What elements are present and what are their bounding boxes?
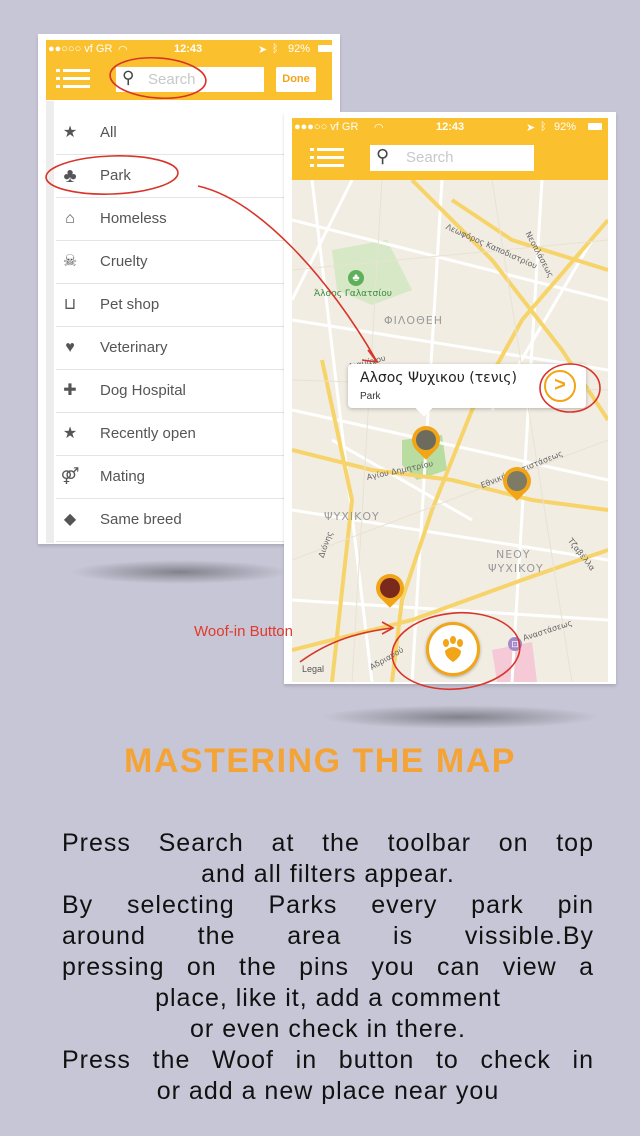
- filter-item-cruelty[interactable]: ☠ Cruelty: [56, 240, 288, 284]
- filter-item-mating[interactable]: ⚤ Mating: [56, 455, 288, 499]
- hamburger-icon[interactable]: [310, 148, 344, 168]
- description-line: or add a new place near you: [156, 1077, 500, 1105]
- description-line: and all filters appear.: [201, 860, 455, 888]
- status-bar: ●●○○○ vf GR ◠ 12:43 ➤ ᛒ 92%: [46, 40, 332, 58]
- map-label: ΝΕΟΥ: [496, 548, 531, 561]
- battery-icon: [588, 123, 602, 130]
- phone-shadow: [70, 560, 290, 584]
- dog-icon: ◆: [63, 511, 77, 528]
- location-icon: ➤: [526, 122, 536, 134]
- done-button[interactable]: Done: [276, 67, 316, 92]
- callout-title: Αλσος Ψυχικου (τενις): [360, 370, 517, 386]
- pin-photo: [416, 430, 436, 450]
- filter-item-park[interactable]: ♣ Park: [56, 154, 288, 198]
- description-line: By selecting Parks every park pin: [62, 891, 594, 919]
- description-line: pressing on the pins you can view a: [62, 953, 594, 981]
- status-bar: ●●●○○ vf GR ◠ 12:43 ➤ ᛒ 92%: [292, 118, 608, 136]
- filter-item-all[interactable]: ★ All: [56, 111, 288, 155]
- search-icon: ⚲: [122, 68, 135, 87]
- filter-label: Homeless: [100, 210, 167, 227]
- house-icon: ⌂: [65, 210, 75, 227]
- metro-station-icon: ⊡: [508, 637, 522, 651]
- star-icon: ★: [62, 425, 78, 442]
- chevron-right-icon[interactable]: >: [544, 370, 576, 402]
- filter-label: Park: [100, 167, 131, 184]
- filter-label: Cruelty: [100, 253, 148, 270]
- woof-in-button[interactable]: [426, 622, 480, 676]
- legal-link[interactable]: Legal: [302, 664, 324, 674]
- filter-label: Same breed: [100, 511, 182, 528]
- star-icon: ★: [62, 124, 78, 141]
- wifi-icon: ◠: [118, 44, 128, 56]
- description-line: Press the Woof in button to check in: [62, 1046, 594, 1074]
- battery-label: 92%: [288, 43, 311, 55]
- search-input[interactable]: ⚲ Search: [370, 145, 534, 171]
- filter-item-same-breed[interactable]: ◆ Same breed: [56, 498, 288, 542]
- filter-item-pet-shop[interactable]: ⊔ Pet shop: [56, 283, 288, 327]
- filter-label: Recently open: [100, 425, 196, 442]
- pin-photo: [507, 471, 527, 491]
- carrier-label: ●●○○○ vf GR: [48, 43, 113, 55]
- search-placeholder: Search: [406, 149, 454, 166]
- toolbar: ⚲ Search Done: [46, 58, 332, 100]
- carrier-label: ●●●○○ vf GR: [294, 121, 359, 133]
- battery-icon: [318, 45, 332, 52]
- filter-label: All: [100, 124, 117, 141]
- description: Press Search at the toolbar on top and a…: [62, 828, 594, 1107]
- basket-icon: ⊔: [63, 296, 77, 313]
- tree-icon: ♣: [63, 165, 77, 187]
- heart-plus-icon: ♥: [65, 339, 75, 356]
- callout-subtitle: Park: [360, 391, 381, 402]
- filter-item-dog-hospital[interactable]: ✚ Dog Hospital: [56, 369, 288, 413]
- map-label: Άλσος Γαλατσίου: [314, 289, 392, 299]
- hamburger-icon[interactable]: [56, 69, 90, 89]
- hospital-icon: ✚: [63, 382, 77, 399]
- filter-label: Mating: [100, 468, 146, 485]
- page-title: MASTERING THE MAP: [124, 742, 516, 780]
- pin-photo: [380, 578, 400, 598]
- description-line: around the area is vissible.By: [62, 922, 594, 950]
- search-placeholder: Search: [148, 71, 196, 88]
- phone-shadow: [320, 705, 600, 729]
- place-callout[interactable]: Αλσος Ψυχικου (τενις) Park >: [348, 364, 586, 417]
- wifi-icon: ◠: [374, 122, 384, 134]
- map-label: ΨΥΧΙΚΟΥ: [324, 510, 380, 523]
- time-label: 12:43: [174, 43, 203, 55]
- filter-label: Veterinary: [100, 339, 168, 356]
- search-icon: ⚲: [376, 146, 390, 166]
- filter-label: Pet shop: [100, 296, 160, 313]
- description-line: place, like it, add a comment: [155, 984, 501, 1012]
- park-marker-icon: ♣: [348, 270, 364, 286]
- list-side-gutter: [46, 101, 54, 543]
- map-roads: [292, 180, 608, 682]
- filter-item-recently-open[interactable]: ★ Recently open: [56, 412, 288, 456]
- skull-icon: ☠: [62, 253, 78, 270]
- search-input[interactable]: ⚲ Search: [116, 67, 264, 92]
- location-icon: ➤: [258, 44, 268, 56]
- map-label: ΨΥΧΙΚΟΥ: [488, 562, 544, 575]
- filter-item-homeless[interactable]: ⌂ Homeless: [56, 197, 288, 241]
- toolbar: ⚲ Search: [292, 136, 608, 180]
- bluetooth-icon: ᛒ: [540, 121, 547, 133]
- filter-label: Dog Hospital: [100, 382, 186, 399]
- woof-in-annotation: Woof-in Button: [194, 623, 293, 640]
- filter-item-veterinary[interactable]: ♥ Veterinary: [56, 326, 288, 370]
- paw-icon: [441, 635, 465, 663]
- description-line: Press Search at the toolbar on top: [62, 829, 594, 857]
- mating-icon: ⚤: [60, 468, 80, 485]
- map-view[interactable]: ♣ Άλσος Γαλατσίου ΦΙΛΟΘΕΗ ΨΥΧΙΚΟΥ ΝΕΟΥ Ψ…: [292, 180, 608, 682]
- description-line: or even check in there.: [190, 1015, 466, 1043]
- map-label: ΦΙΛΟΘΕΗ: [384, 314, 443, 327]
- bluetooth-icon: ᛒ: [272, 43, 279, 55]
- battery-label: 92%: [554, 121, 577, 133]
- time-label: 12:43: [436, 121, 465, 133]
